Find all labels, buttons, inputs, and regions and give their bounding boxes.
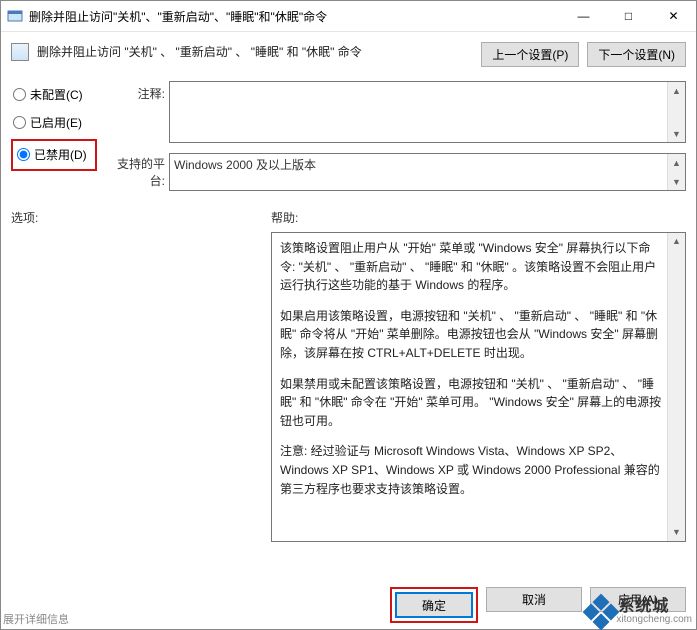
titlebar: 删除并阻止访问"关机"、"重新启动"、"睡眠"和"休眠"命令 — □ ✕ xyxy=(1,1,696,32)
options-label: 选项: xyxy=(11,209,261,226)
platform-text: Windows 2000 及以上版本 xyxy=(174,158,316,172)
app-icon xyxy=(7,8,23,24)
highlight-ok: 确定 xyxy=(390,587,478,623)
policy-icon xyxy=(11,43,29,61)
scrollbar[interactable]: ▲ ▼ xyxy=(667,82,685,142)
cancel-button[interactable]: 取消 xyxy=(486,587,582,612)
help-textbox[interactable]: 该策略设置阻止用户从 "开始" 菜单或 "Windows 安全" 屏幕执行以下命… xyxy=(271,232,686,542)
radio-not-configured[interactable]: 未配置(C) xyxy=(11,83,103,105)
state-radio-group: 未配置(C) 已启用(E) 已禁用(D) xyxy=(11,81,103,171)
highlight-disabled: 已禁用(D) xyxy=(11,139,97,171)
comment-label: 注释: xyxy=(103,81,169,143)
radio-enabled[interactable]: 已启用(E) xyxy=(11,111,103,133)
radio-not-configured-label: 未配置(C) xyxy=(30,86,83,103)
help-paragraph: 注意: 经过验证与 Microsoft Windows Vista、Window… xyxy=(280,442,665,498)
gpo-editor-window: 删除并阻止访问"关机"、"重新启动"、"睡眠"和"休眠"命令 — □ ✕ 删除并… xyxy=(0,0,697,630)
platform-label: 支持的平台: xyxy=(103,153,169,189)
apply-button[interactable]: 应用(A) xyxy=(590,587,686,612)
platform-box: Windows 2000 及以上版本 ▲ ▼ xyxy=(169,153,686,191)
maximize-button[interactable]: □ xyxy=(606,1,651,31)
comment-textarea[interactable]: ▲ ▼ xyxy=(169,81,686,143)
window-title: 删除并阻止访问"关机"、"重新启动"、"睡眠"和"休眠"命令 xyxy=(29,8,561,25)
dialog-footer: 确定 取消 应用(A) xyxy=(1,581,696,623)
minimize-button[interactable]: — xyxy=(561,1,606,31)
policy-title: 删除并阻止访问 "关机" 、 "重新启动" 、 "睡眠" 和 "休眠" 命令 xyxy=(37,42,473,60)
scrollbar[interactable]: ▲ ▼ xyxy=(667,154,685,190)
scrollbar[interactable]: ▲ ▼ xyxy=(667,233,685,541)
radio-disabled-label: 已禁用(D) xyxy=(34,146,87,163)
policy-header: 删除并阻止访问 "关机" 、 "重新启动" 、 "睡眠" 和 "休眠" 命令 上… xyxy=(1,32,696,71)
radio-enabled-label: 已启用(E) xyxy=(30,114,82,131)
prev-setting-button[interactable]: 上一个设置(P) xyxy=(481,42,579,67)
scroll-down-icon[interactable]: ▼ xyxy=(668,125,685,142)
radio-disabled[interactable]: 已禁用(D) xyxy=(15,143,91,165)
ok-button[interactable]: 确定 xyxy=(395,592,473,618)
help-paragraph: 如果启用该策略设置，电源按钮和 "关机" 、 "重新启动" 、 "睡眠" 和 "… xyxy=(280,307,665,363)
help-label: 帮助: xyxy=(271,209,686,226)
scroll-down-icon[interactable]: ▼ xyxy=(668,173,685,190)
scroll-up-icon[interactable]: ▲ xyxy=(668,233,685,250)
scroll-up-icon[interactable]: ▲ xyxy=(668,154,685,171)
close-button[interactable]: ✕ xyxy=(651,1,696,31)
scroll-up-icon[interactable]: ▲ xyxy=(668,82,685,99)
help-paragraph: 该策略设置阻止用户从 "开始" 菜单或 "Windows 安全" 屏幕执行以下命… xyxy=(280,239,665,295)
next-setting-button[interactable]: 下一个设置(N) xyxy=(587,42,686,67)
bottom-hint: 展开详细信息 xyxy=(3,611,69,627)
scroll-down-icon[interactable]: ▼ xyxy=(668,524,685,541)
help-paragraph: 如果禁用或未配置该策略设置，电源按钮和 "关机" 、 "重新启动" 、 "睡眠"… xyxy=(280,375,665,431)
